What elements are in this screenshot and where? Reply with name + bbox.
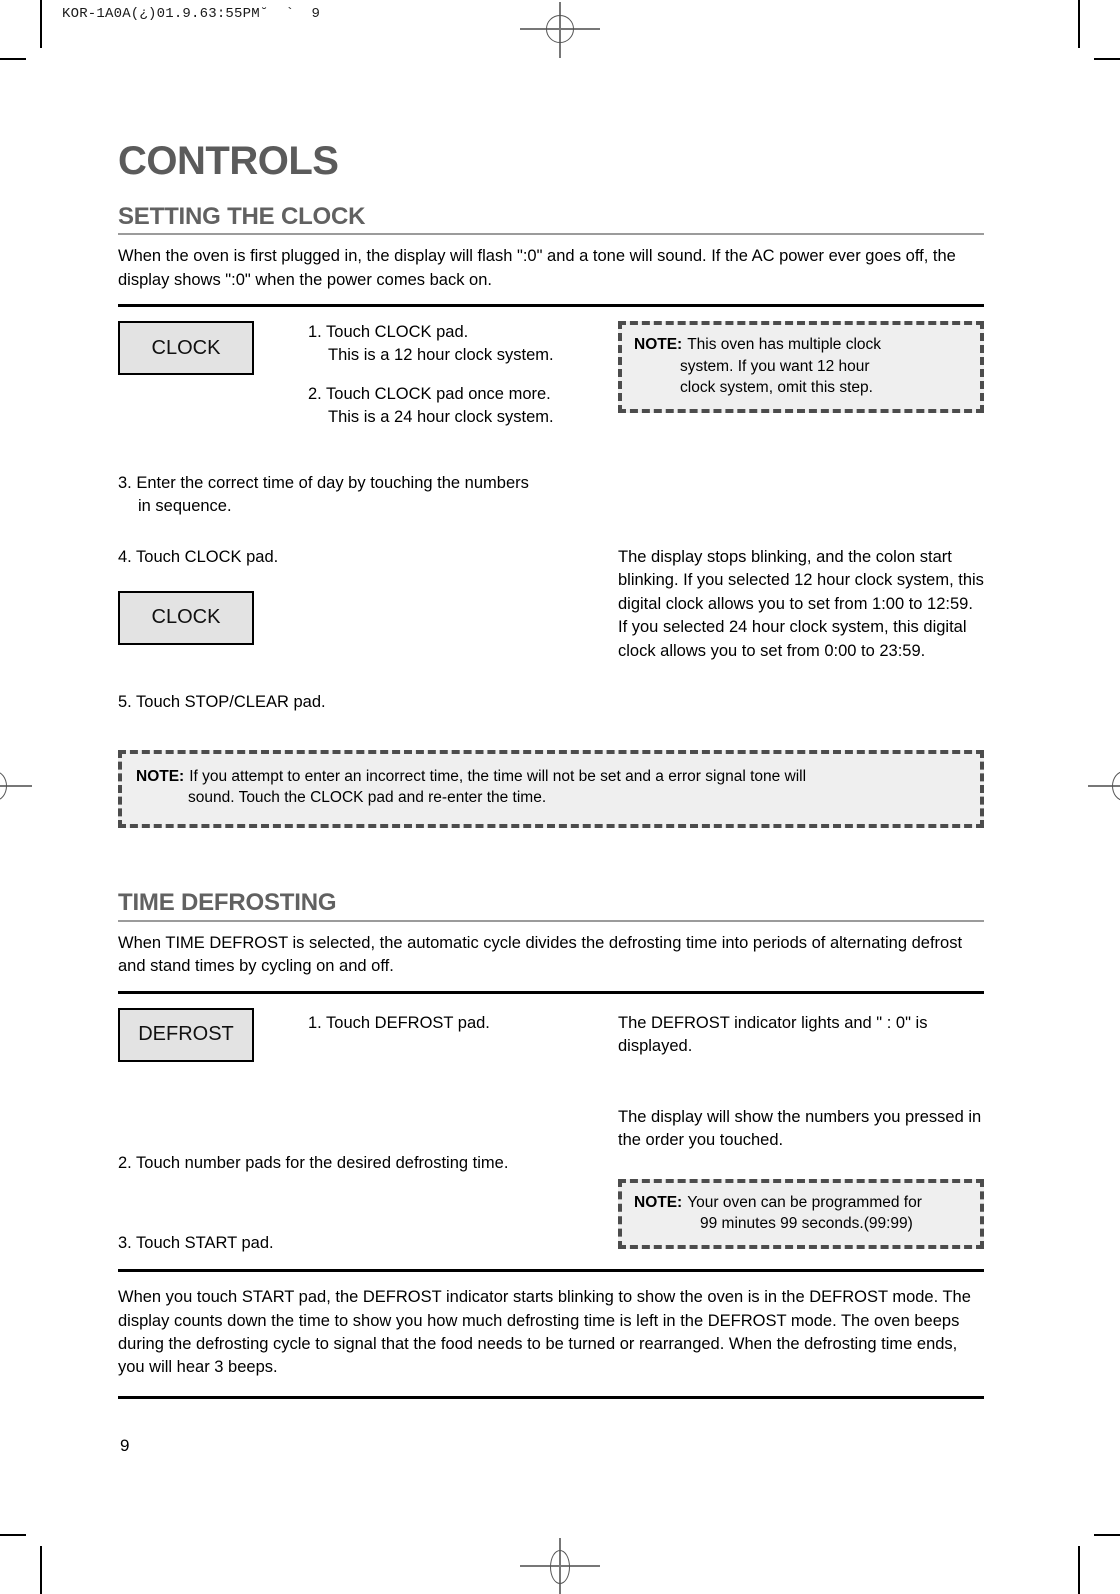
note-label: NOTE: [634,1193,683,1211]
print-job-header: KOR-1A0A(¿)01.9.63:55PM˘ ` 9 [62,6,321,22]
clock-steps-1-2: 1. Touch CLOCK pad. This is a 12 hour cl… [308,321,618,428]
clock-top-rule [118,304,984,308]
note-text-line-1: If you attempt to enter an incorrect tim… [189,767,807,785]
crop-mark-bottom-right-horizontal [1094,1534,1120,1536]
defrost-closing-paragraph: When you touch START pad, the DEFROST in… [118,1288,971,1377]
registration-mark-left [0,770,32,802]
defrost-right-column: The display will show the numbers you pr… [618,1106,984,1250]
defrost-step-2-result: The display will show the numbers you pr… [618,1107,982,1150]
defrost-step-row-1: DEFROST 1. Touch DEFROST pad. The DEFROS… [118,1007,984,1062]
crop-mark-top-left-horizontal [0,58,26,60]
note-text-line-2: system. If you want 12 hour [680,357,870,375]
clock-step-3: 3. Enter the correct time of day by touc… [118,474,529,493]
defrost-intro-paragraph: When TIME DEFROST is selected, the autom… [118,933,963,976]
clock-pad-button-2[interactable]: CLOCK [118,590,254,645]
clock-step-row-1: CLOCK 1. Touch CLOCK pad. This is a 12 h… [118,321,984,428]
crop-mark-top-right-vertical [1078,0,1080,48]
clock-step-5: 5. Touch STOP/CLEAR pad. [118,692,326,711]
defrost-bottom-rule [118,1269,984,1273]
section-heading-time-defrosting: TIME DEFROSTING [118,889,337,917]
page-content: CONTROLS SETTING THE CLOCK When the oven… [118,140,984,1399]
clock-pad-button-1[interactable]: CLOCK [118,321,254,376]
defrost-top-rule [118,990,984,994]
crop-mark-bottom-left-horizontal [0,1534,26,1536]
section-divider-clock [118,233,984,236]
clock-step-4-cell: 4. Touch CLOCK pad. CLOCK [118,546,618,645]
defrost-steps-2-3-cell: 2. Touch number pads for the desired def… [118,1106,618,1256]
defrost-step-3: 3. Touch START pad. [118,1234,274,1253]
note-text-line-3: clock system, omit this step. [680,378,873,396]
registration-mark-top [520,2,600,58]
note-box-max-program-time: NOTE: Your oven can be programmed for 99… [618,1178,984,1250]
crop-mark-top-right-horizontal [1094,58,1120,60]
clock-note-1-cell: NOTE: This oven has multiple clock syste… [618,321,984,414]
registration-mark-right [1088,770,1120,802]
defrost-step-1-cell: 1. Touch DEFROST pad. [308,1008,618,1035]
clock-step-3-block: 3. Enter the correct time of day by touc… [118,472,984,518]
clock-step-2-sub: This is a 24 hour clock system. [328,407,554,426]
clock-pad-1-cell: CLOCK [118,321,308,376]
note-text-line-2: 99 minutes 99 seconds.(99:99) [700,1214,913,1232]
clock-step-1-sub: This is a 12 hour clock system. [328,346,554,364]
note-label: NOTE: [634,336,683,354]
note-text-line-1: Your oven can be programmed for [687,1193,922,1211]
note-box-multiple-clock-system: NOTE: This oven has multiple clock syste… [618,321,984,414]
crop-mark-bottom-right-vertical [1078,1546,1080,1594]
crop-mark-top-left-vertical [40,0,42,48]
defrost-pad-cell: DEFROST [118,1007,308,1062]
note-label: NOTE: [136,767,185,785]
section-divider-defrost [118,919,984,922]
defrost-pad-button[interactable]: DEFROST [118,1007,254,1062]
clock-step-4-result: The display stops blinking, and the colo… [618,547,984,660]
clock-step-4-result-cell: The display stops blinking, and the colo… [618,546,984,663]
clock-step-1: 1. Touch CLOCK pad. [308,323,469,342]
defrost-step-2: 2. Touch number pads for the desired def… [118,1153,509,1172]
clock-step-3-sub: in sequence. [138,497,232,516]
clock-step-row-4: 4. Touch CLOCK pad. CLOCK The display st… [118,546,984,663]
document-page: KOR-1A0A(¿)01.9.63:55PM˘ ` 9 CONTROLS SE… [0,0,1120,1594]
clock-step-4: 4. Touch CLOCK pad. [118,547,279,566]
page-footer-rule [118,1395,984,1399]
clock-intro-paragraph: When the oven is first plugged in, the d… [118,247,956,289]
note-text-line-2: sound. Touch the CLOCK pad and re-enter … [188,789,547,807]
clock-step-2: 2. Touch CLOCK pad once more. [308,384,551,403]
crop-mark-bottom-left-vertical [40,1546,42,1594]
page-number: 9 [120,1436,130,1455]
defrost-step-1-result: The DEFROST indicator lights and " : 0" … [618,1013,928,1056]
note-text-line-1: This oven has multiple clock [687,336,882,354]
note-box-incorrect-time: NOTE: If you attempt to enter an incorre… [118,749,984,829]
defrost-step-1-result-cell: The DEFROST indicator lights and " : 0" … [618,1008,984,1059]
defrost-step-row-2: 2. Touch number pads for the desired def… [118,1106,984,1256]
section-heading-setting-the-clock: SETTING THE CLOCK [118,203,366,230]
defrost-step-1: 1. Touch DEFROST pad. [308,1013,490,1032]
page-title: CONTROLS [118,139,339,183]
registration-mark-bottom [520,1538,600,1594]
